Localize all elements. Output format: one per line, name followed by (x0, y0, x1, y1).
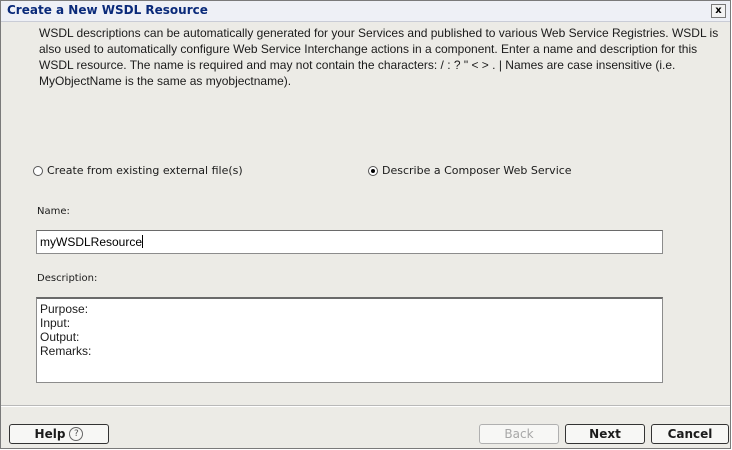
close-icon[interactable]: x (711, 4, 726, 18)
help-button-label[interactable]: Help (35, 427, 66, 441)
intro-text: WSDL descriptions can be automatically g… (39, 26, 719, 88)
option-create-from-external[interactable]: Create from existing external file(s) (33, 164, 243, 177)
radio-composer-icon[interactable] (368, 165, 378, 176)
next-button[interactable]: Next (565, 424, 645, 444)
cancel-button-label[interactable]: Cancel (668, 427, 713, 441)
back-button-label[interactable]: Back (504, 427, 533, 441)
dialog-title: Create a New WSDL Resource (7, 3, 208, 17)
next-button-label[interactable]: Next (589, 427, 621, 441)
question-icon: ? (69, 427, 84, 441)
wsdl-dialog: Create a New WSDL Resource x WSDL descri… (0, 0, 731, 449)
text-caret (142, 235, 144, 248)
name-input-value[interactable]: myWSDLResource (40, 235, 142, 249)
footer-divider (1, 405, 730, 407)
description-label: Description: (37, 273, 98, 284)
description-line[interactable]: Remarks: (40, 344, 659, 358)
cancel-button[interactable]: Cancel (651, 424, 729, 444)
title-bar[interactable]: Create a New WSDL Resource x (1, 1, 730, 22)
option-describe-composer[interactable]: Describe a Composer Web Service (368, 164, 572, 177)
name-label: Name: (37, 206, 70, 217)
radio-external-icon[interactable] (33, 165, 43, 176)
description-line[interactable]: Purpose: (40, 302, 659, 316)
back-button[interactable]: Back (479, 424, 559, 444)
option-external-label[interactable]: Create from existing external file(s) (47, 164, 243, 177)
help-button[interactable]: Help ? (9, 424, 109, 444)
option-composer-label[interactable]: Describe a Composer Web Service (382, 164, 572, 177)
description-line[interactable]: Input: (40, 316, 659, 330)
description-line[interactable]: Output: (40, 330, 659, 344)
name-input[interactable]: myWSDLResource (36, 230, 663, 254)
description-textarea[interactable]: Purpose: Input: Output: Remarks: (36, 297, 663, 383)
